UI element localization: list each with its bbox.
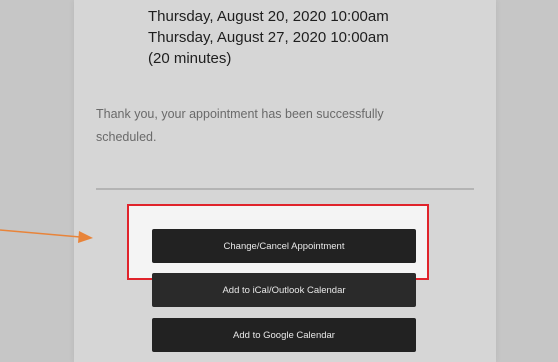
annotation-arrow-icon	[0, 229, 93, 243]
page-background: Thursday, August 20, 2020 10:00am Thursd…	[0, 0, 558, 362]
